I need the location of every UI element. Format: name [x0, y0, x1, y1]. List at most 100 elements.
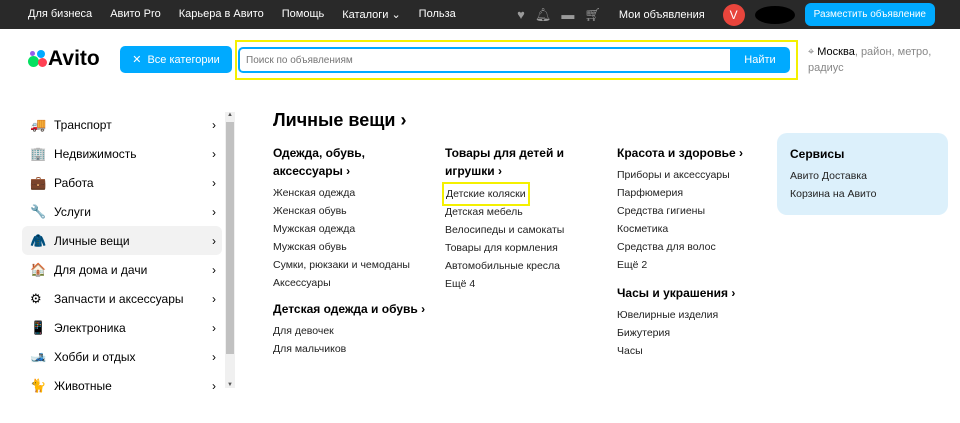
chat-icon[interactable]: ▬: [561, 7, 574, 22]
subcategory-link[interactable]: Ещё 4: [445, 275, 585, 293]
category-icon: 💼: [30, 174, 47, 190]
sidebar-item[interactable]: 🏢 Недвижимость ›: [22, 139, 222, 168]
search-button[interactable]: Найти: [730, 47, 790, 73]
subcategory-link[interactable]: Мужская обувь: [273, 238, 413, 256]
sidebar-item[interactable]: 🏠 Для дома и дачи ›: [22, 255, 222, 284]
sidebar-item[interactable]: 🚚 Транспорт ›: [22, 110, 222, 139]
chevron-right-icon: ›: [212, 262, 216, 277]
link-help[interactable]: Помощь: [282, 8, 325, 21]
subcategory-link[interactable]: Детские коляски: [442, 182, 530, 206]
group-beauty: Красота и здоровье › Приборы и аксессуары…: [617, 144, 782, 274]
link-career[interactable]: Карьера в Авито: [179, 8, 264, 21]
link-benefit[interactable]: Польза: [419, 8, 456, 21]
top-bar: Для бизнеса Авито Pro Карьера в Авито По…: [0, 0, 960, 29]
category-icon: 📱: [30, 319, 47, 335]
sidebar-item[interactable]: 💼 Работа ›: [22, 168, 222, 197]
subcategory-link[interactable]: Женская одежда: [273, 184, 413, 202]
service-link[interactable]: Авито Доставка: [790, 167, 935, 185]
subcategory-link[interactable]: Для девочек: [273, 322, 438, 340]
subcategory-link[interactable]: Косметика: [617, 220, 782, 238]
subcategory-link[interactable]: Ювелирные изделия: [617, 306, 782, 324]
scroll-up-icon[interactable]: ▲: [225, 112, 235, 118]
chevron-right-icon: ›: [212, 233, 216, 248]
subcategory-link[interactable]: Мужская одежда: [273, 220, 413, 238]
subcategory-link[interactable]: Сумки, рюкзаки и чемоданы: [273, 256, 413, 274]
chevron-right-icon: ›: [212, 175, 216, 190]
chevron-right-icon: ›: [212, 291, 216, 306]
link-avito-pro[interactable]: Авито Pro: [110, 8, 161, 21]
subcategory-link[interactable]: Аксессуары: [273, 274, 413, 292]
scroll-down-icon[interactable]: ▼: [225, 382, 235, 388]
subcategory-link[interactable]: Детская мебель: [445, 203, 585, 221]
subcategory-link[interactable]: Для мальчиков: [273, 340, 438, 358]
sidebar-item[interactable]: 🐈 Животные ›: [22, 371, 222, 400]
sidebar-scrollbar[interactable]: ▲ ▼: [225, 112, 235, 388]
location-pin-icon: ⌖: [808, 46, 815, 58]
link-business[interactable]: Для бизнеса: [28, 8, 92, 21]
sidebar-item-label: Недвижимость: [54, 146, 137, 161]
post-ad-button[interactable]: Разместить объявление: [804, 3, 935, 26]
group-title[interactable]: Часы и украшения ›: [617, 284, 782, 302]
subcategory-link[interactable]: Велосипеды и самокаты: [445, 221, 585, 239]
sidebar-item-label: Услуги: [54, 204, 91, 219]
search-input[interactable]: [238, 47, 730, 73]
subcategory-link[interactable]: Парфюмерия: [617, 184, 782, 202]
sidebar-item-label: Для дома и дачи: [54, 262, 148, 277]
subcategory-link[interactable]: Женская обувь: [273, 202, 413, 220]
sidebar-item[interactable]: 🧥 Личные вещи ›: [22, 226, 222, 255]
subcategory-link[interactable]: Бижутерия: [617, 324, 782, 342]
my-ads-link[interactable]: Мои объявления: [619, 9, 705, 21]
category-sidebar: 🚚 Транспорт › 🏢 Недвижимость › 💼 Работа › 🔧 Услуги…: [22, 110, 222, 400]
sidebar-item[interactable]: ⚙ Запчасти и аксессуары ›: [22, 284, 222, 313]
subcategory-link[interactable]: Средства для волос: [617, 238, 782, 256]
sidebar-item-label: Запчасти и аксессуары: [54, 291, 184, 306]
category-icon: 🐈: [30, 377, 47, 393]
group-title[interactable]: Товары для детей и игрушки ›: [445, 144, 585, 180]
group-kids-goods: Товары для детей и игрушки › Детские коля…: [442, 144, 585, 293]
sidebar-item-label: Электроника: [54, 320, 126, 335]
chevron-right-icon: ›: [212, 117, 216, 132]
avatar[interactable]: V: [722, 3, 745, 26]
avito-logo[interactable]: Avito: [28, 47, 100, 71]
subcategory-link[interactable]: Средства гигиены: [617, 202, 782, 220]
group-title[interactable]: Одежда, обувь, аксессуары ›: [273, 144, 413, 180]
subcategory-link[interactable]: Ещё 2: [617, 256, 782, 274]
scrollbar-thumb[interactable]: [226, 122, 234, 354]
close-icon: ✕: [132, 54, 142, 66]
service-link[interactable]: Корзина на Авито: [790, 185, 935, 203]
page-title[interactable]: Личные вещи ›: [273, 110, 407, 131]
category-icon: 🧥: [30, 232, 47, 248]
all-categories-button[interactable]: ✕ Все категории: [120, 46, 232, 73]
heart-icon[interactable]: ♥: [517, 7, 525, 22]
location-selector[interactable]: ⌖ Москва, район, метро, радиус: [808, 44, 938, 76]
subcategory-link[interactable]: Часы: [617, 342, 782, 360]
category-icon: 🎿: [30, 348, 47, 364]
link-catalogs[interactable]: Каталоги ⌄: [342, 8, 400, 21]
logo-text: Avito: [48, 47, 100, 70]
sidebar-item-label: Животные: [54, 378, 112, 393]
category-icon: ⚙: [30, 290, 42, 306]
logo-dots-icon: [28, 50, 47, 68]
redacted-username: [754, 5, 795, 24]
sidebar-item[interactable]: 📱 Электроника ›: [22, 313, 222, 342]
cart-icon[interactable]: 🛒︎: [584, 7, 601, 23]
group-title[interactable]: Красота и здоровье ›: [617, 144, 782, 162]
location-city: Москва: [817, 46, 855, 58]
sidebar-item-label: Транспорт: [54, 117, 112, 132]
chevron-right-icon: ›: [212, 320, 216, 335]
category-icon: 🏢: [30, 145, 47, 161]
sidebar-item-label: Личные вещи: [54, 233, 130, 248]
category-icon: 🚚: [30, 116, 47, 132]
sidebar-item[interactable]: 🎿 Хобби и отдых ›: [22, 342, 222, 371]
sidebar-item[interactable]: 🔧 Услуги ›: [22, 197, 222, 226]
bell-icon[interactable]: 🔔︎: [535, 7, 552, 23]
subcategory-link[interactable]: Автомобильные кресла: [445, 257, 585, 275]
subcategory-link[interactable]: Приборы и аксессуары: [617, 166, 782, 184]
chevron-right-icon: ›: [212, 204, 216, 219]
group-watches: Часы и украшения › Ювелирные изделия Бижут…: [617, 284, 782, 360]
chevron-right-icon: ›: [212, 378, 216, 393]
category-icon: 🏠: [30, 261, 47, 277]
group-title[interactable]: Детская одежда и обувь ›: [273, 300, 438, 318]
sidebar-item-label: Работа: [54, 175, 94, 190]
subcategory-link[interactable]: Товары для кормления: [445, 239, 585, 257]
